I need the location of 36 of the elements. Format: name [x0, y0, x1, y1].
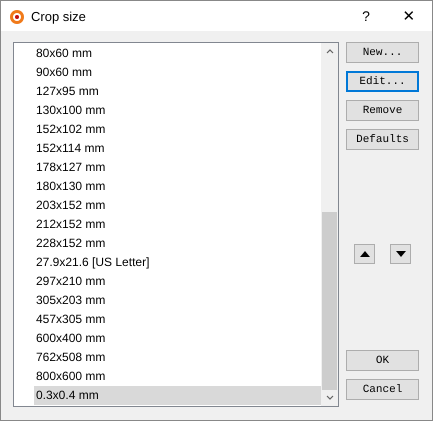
- action-button[interactable]: Defaults: [346, 129, 419, 150]
- list-item[interactable]: 297x210 mm: [34, 272, 321, 291]
- list-item[interactable]: 0.3x0.4 mm: [34, 386, 321, 405]
- dialog-button[interactable]: OK: [346, 350, 419, 371]
- scroll-down-icon[interactable]: [326, 395, 334, 401]
- list-item[interactable]: 305x203 mm: [34, 291, 321, 310]
- up-triangle-icon: [360, 251, 370, 257]
- list-item[interactable]: 80x60 mm: [34, 44, 321, 63]
- down-triangle-icon: [396, 251, 406, 257]
- dialog-button[interactable]: Cancel: [346, 379, 419, 400]
- help-button[interactable]: ?: [346, 8, 386, 24]
- move-down-button[interactable]: [390, 244, 411, 264]
- list-item[interactable]: 800x600 mm: [34, 367, 321, 386]
- window-title: Crop size: [31, 8, 87, 24]
- list-item[interactable]: 600x400 mm: [34, 329, 321, 348]
- list-item[interactable]: 27.9x21.6 [US Letter]: [34, 253, 321, 272]
- list-item[interactable]: 212x152 mm: [34, 215, 321, 234]
- list-item[interactable]: 127x95 mm: [34, 82, 321, 101]
- action-button[interactable]: New...: [346, 42, 419, 63]
- list-item[interactable]: 762x508 mm: [34, 348, 321, 367]
- close-button[interactable]: ✕: [386, 7, 432, 25]
- scrollbar[interactable]: [321, 43, 338, 406]
- list-item[interactable]: 90x60 mm: [34, 63, 321, 82]
- app-logo-icon: [9, 8, 25, 24]
- action-button[interactable]: Remove: [346, 100, 419, 121]
- list-item[interactable]: 180x130 mm: [34, 177, 321, 196]
- list-item[interactable]: 457x305 mm: [34, 310, 321, 329]
- list-item[interactable]: 178x127 mm: [34, 158, 321, 177]
- action-button[interactable]: Edit...: [346, 71, 419, 92]
- list-item[interactable]: 203x152 mm: [34, 196, 321, 215]
- list-item[interactable]: 228x152 mm: [34, 234, 321, 253]
- move-up-button[interactable]: [354, 244, 375, 264]
- list-item[interactable]: 152x114 mm: [34, 139, 321, 158]
- list-item[interactable]: 152x102 mm: [34, 120, 321, 139]
- scroll-up-icon[interactable]: [326, 48, 334, 54]
- list-item[interactable]: 130x100 mm: [34, 101, 321, 120]
